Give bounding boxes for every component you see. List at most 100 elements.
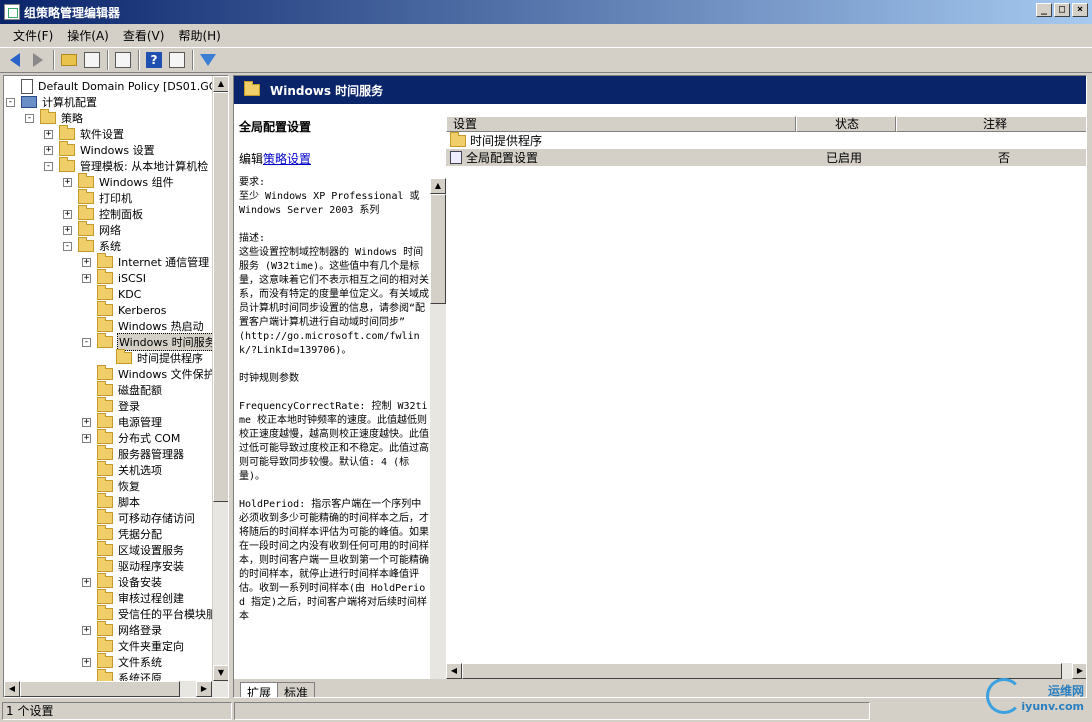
tree-item[interactable]: + 设备安装 [82, 573, 163, 590]
expand-icon[interactable]: + [63, 209, 72, 219]
collapse-icon[interactable]: - [6, 97, 15, 107]
minimize-button[interactable]: _ [1036, 3, 1052, 17]
watermark-text: 运维网 [1047, 684, 1084, 698]
expand-icon[interactable]: + [82, 273, 91, 283]
tree-item[interactable]: + 电源管理 [82, 413, 163, 430]
column-state[interactable]: 状态 [796, 116, 896, 132]
scroll-thumb[interactable] [462, 663, 1062, 679]
tab-standard[interactable]: 标准 [277, 682, 316, 697]
tree-item[interactable]: - 计算机配置 [6, 94, 98, 110]
menu-action[interactable]: 操作(A) [60, 25, 116, 46]
menu-file[interactable]: 文件(F) [6, 25, 60, 46]
list-item[interactable]: 时间提供程序 [446, 131, 1086, 149]
expand-icon[interactable]: + [82, 257, 91, 267]
menu-view[interactable]: 查看(V) [116, 25, 172, 46]
maximize-button[interactable]: □ [1054, 3, 1070, 17]
up-one-level-button[interactable] [58, 49, 80, 71]
expand-icon[interactable]: + [82, 657, 91, 667]
folder-icon [97, 541, 113, 556]
expand-icon[interactable]: + [82, 625, 91, 635]
tree-item[interactable]: - 策略 [25, 109, 84, 126]
tree-item[interactable]: + 分布式 COM [82, 429, 181, 446]
column-comment[interactable]: 注释 [896, 116, 1086, 132]
tree-item[interactable]: 受信任的平台模块服 [82, 605, 214, 622]
tree-item[interactable]: 审核过程创建 [82, 589, 185, 606]
scroll-up-button[interactable]: ▲ [213, 76, 228, 92]
tree-item[interactable]: + 文件系统 [82, 653, 163, 670]
tree-item[interactable]: 关机选项 [82, 461, 163, 478]
tree-item[interactable]: - 系统 [63, 237, 122, 254]
tree-item-label: 软件设置 [80, 128, 124, 141]
edit-policy-link[interactable]: 策略设置 [263, 152, 311, 166]
scroll-thumb[interactable] [20, 681, 180, 697]
collapse-icon[interactable]: - [44, 161, 53, 171]
tree-item[interactable]: 恢复 [82, 477, 141, 494]
tree-item[interactable]: 打印机 [63, 189, 133, 206]
tree-item[interactable]: - Windows 时间服务 [82, 333, 214, 351]
tree-item[interactable]: + Internet 通信管理 [82, 253, 210, 270]
tab-extended[interactable]: 扩展 [240, 682, 279, 697]
tree-item[interactable]: 文件夹重定向 [82, 637, 185, 654]
scroll-right-button[interactable]: ▶ [196, 681, 212, 697]
tree-item[interactable]: + Windows 设置 [44, 141, 156, 158]
expand-icon[interactable]: + [44, 145, 53, 155]
tree-item[interactable]: + 网络 [63, 221, 122, 238]
tree-item[interactable]: 磁盘配额 [82, 381, 163, 398]
tree-item[interactable]: Windows 文件保护 [82, 365, 214, 382]
tree-item[interactable]: Default Domain Policy [DS01.GOODCO [6, 78, 214, 94]
scroll-thumb[interactable] [213, 92, 228, 502]
list-item[interactable]: 全局配置设置 已启用 否 [446, 149, 1086, 166]
folder-icon [78, 237, 94, 252]
tree-item[interactable]: 凭据分配 [82, 525, 163, 542]
tree-item[interactable]: + Windows 组件 [63, 173, 175, 190]
expand-icon[interactable]: + [63, 177, 72, 187]
export-list-button[interactable] [112, 49, 134, 71]
tree-item[interactable]: 可移动存储访问 [82, 509, 196, 526]
menu-help[interactable]: 帮助(H) [171, 25, 227, 46]
tree-item[interactable]: Windows 热启动 [82, 317, 205, 334]
show-hide-tree-icon [84, 52, 100, 68]
tree-horizontal-scrollbar[interactable]: ◀ ▶ [4, 681, 228, 697]
scroll-thumb[interactable] [430, 194, 446, 304]
tree-item[interactable]: + 网络登录 [82, 621, 163, 638]
scroll-left-button[interactable]: ◀ [4, 681, 20, 697]
tree-item[interactable]: Kerberos [82, 301, 167, 318]
show-hide-tree-button[interactable] [81, 49, 103, 71]
tree-item[interactable]: KDC [82, 285, 142, 302]
expand-icon[interactable]: + [44, 129, 53, 139]
tree-item[interactable]: 时间提供程序 [101, 349, 204, 366]
tree-item[interactable]: + 软件设置 [44, 125, 125, 142]
tree-item[interactable]: 区域设置服务 [82, 541, 185, 558]
tree-item[interactable]: 登录 [82, 397, 141, 414]
tree-item[interactable]: 服务器管理器 [82, 445, 185, 462]
collapse-icon[interactable]: - [25, 113, 34, 123]
scroll-left-button[interactable]: ◀ [446, 663, 462, 679]
scroll-up-button[interactable]: ▲ [430, 178, 446, 194]
tree-item[interactable]: + 控制面板 [63, 205, 144, 222]
tree-item[interactable]: 系统还原 [82, 669, 163, 681]
status-text: 1 个设置 [2, 702, 232, 720]
folder-icon [97, 589, 113, 604]
tree-item-label: 策略 [61, 112, 83, 125]
expand-icon[interactable]: + [82, 417, 91, 427]
tree-item[interactable]: + iSCSI [82, 269, 147, 286]
expand-icon[interactable]: + [63, 225, 72, 235]
tree-item[interactable]: 脚本 [82, 493, 141, 510]
collapse-icon[interactable]: - [82, 337, 91, 347]
toolbar-separator [53, 50, 55, 70]
help-button[interactable]: ? [143, 49, 165, 71]
properties-button[interactable] [166, 49, 188, 71]
collapse-icon[interactable]: - [63, 241, 72, 251]
close-button[interactable]: × [1072, 3, 1088, 17]
back-button[interactable] [4, 49, 26, 71]
filter-button[interactable] [197, 49, 219, 71]
expand-icon[interactable]: + [82, 433, 91, 443]
tree-item[interactable]: - 管理模板: 从本地计算机检 [44, 157, 209, 174]
description-scrollbar[interactable]: ▲ ▼ [430, 178, 446, 679]
expand-icon[interactable]: + [82, 577, 91, 587]
tree-item[interactable]: 驱动程序安装 [82, 557, 185, 574]
tree-vertical-scrollbar[interactable]: ▲ ▼ [212, 76, 228, 681]
scroll-down-button[interactable]: ▼ [213, 665, 228, 681]
forward-button[interactable] [27, 49, 49, 71]
column-setting[interactable]: 设置 [446, 116, 796, 132]
